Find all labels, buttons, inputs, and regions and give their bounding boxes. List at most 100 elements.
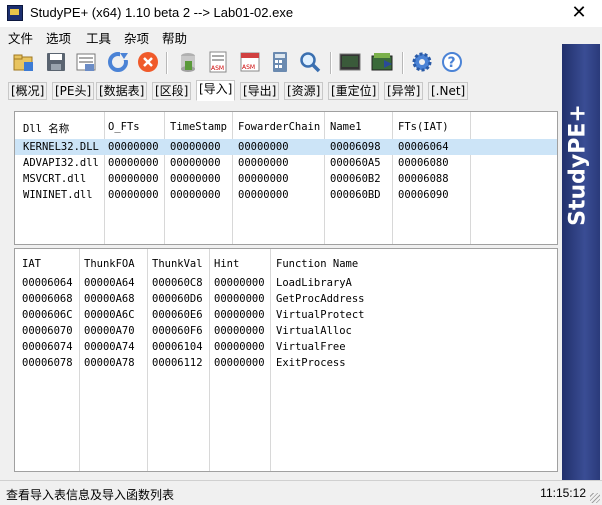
calculator-icon[interactable]	[268, 50, 292, 74]
menu-misc[interactable]: 杂项	[124, 28, 149, 47]
function-name-cell: VirtualAlloc	[276, 325, 352, 337]
table-cell: 00000000	[214, 309, 265, 321]
table-cell: 00000000	[170, 189, 221, 201]
resize-grip[interactable]	[590, 493, 600, 503]
dll-name-cell: KERNEL32.DLL	[23, 141, 99, 153]
table-cell: 00000000	[170, 141, 221, 153]
search-icon[interactable]	[298, 50, 322, 74]
table-cell: 000060D6	[152, 293, 203, 305]
column-header[interactable]: O_FTs	[108, 121, 140, 133]
asm-icon[interactable]: ASM	[238, 50, 262, 74]
column-header[interactable]: ThunkVal	[152, 258, 203, 270]
table-cell: 0000606C	[22, 309, 73, 321]
dll-list-table: Dll 名称 O_FTs TimeStamp FowarderChain Nam…	[14, 111, 558, 245]
table-row[interactable]: 0000606C 00000A6C 000060E6 00000000 Virt…	[15, 307, 557, 323]
dll-name-cell: WININET.dll	[23, 189, 93, 201]
table-row[interactable]: WININET.dll 00000000 00000000 00000000 0…	[15, 187, 557, 203]
table-row[interactable]: KERNEL32.DLL 00000000 00000000 00000000 …	[15, 139, 557, 155]
tab-dotnet[interactable]: [.Net]	[428, 82, 469, 100]
function-name-cell: LoadLibraryA	[276, 277, 352, 289]
menu-options[interactable]: 选项	[46, 28, 71, 47]
refresh-icon[interactable]	[106, 50, 130, 74]
terminal-icon[interactable]	[338, 50, 362, 74]
print-preview-icon[interactable]	[74, 50, 98, 74]
table-cell: 00000000	[238, 189, 289, 201]
table-cell: 00000000	[214, 357, 265, 369]
function-list-table: IAT ThunkFOA ThunkVal Hint Function Name…	[14, 248, 558, 472]
table-cell: 00000000	[214, 341, 265, 353]
tab-relocations[interactable]: [重定位]	[328, 82, 380, 100]
tab-exports[interactable]: [导出]	[240, 82, 280, 100]
save-icon[interactable]	[44, 50, 68, 74]
table-cell: 00000000	[238, 173, 289, 185]
tab-overview[interactable]: [概况]	[8, 82, 48, 100]
tab-exceptions[interactable]: [异常]	[384, 82, 424, 100]
help-icon[interactable]: ?	[440, 50, 464, 74]
column-header[interactable]: ThunkFOA	[84, 258, 135, 270]
table-cell: 000060C8	[152, 277, 203, 289]
open-file-icon[interactable]	[12, 50, 36, 74]
function-name-cell: VirtualProtect	[276, 309, 365, 321]
column-header[interactable]: Name1	[330, 121, 362, 133]
tab-pe-header[interactable]: [PE头]	[52, 82, 95, 100]
column-header[interactable]: FowarderChain	[238, 121, 320, 133]
table-cell: 00000000	[214, 277, 265, 289]
column-header[interactable]: IAT	[22, 258, 41, 270]
status-bar: 查看导入表信息及导入函数列表 11:15:12	[0, 480, 602, 505]
toolbar-separator	[330, 52, 332, 74]
function-name-cell: ExitProcess	[276, 357, 346, 369]
column-header[interactable]: TimeStamp	[170, 121, 227, 133]
database-icon[interactable]	[176, 50, 200, 74]
table-cell: 000060F6	[152, 325, 203, 337]
column-header[interactable]: Hint	[214, 258, 239, 270]
brand-logo: StudyPE+	[565, 104, 591, 226]
dll-name-cell: ADVAPI32.dll	[23, 157, 99, 169]
table-cell: 00006064	[398, 141, 449, 153]
table-row[interactable]: 00006068 00000A68 000060D6 00000000 GetP…	[15, 291, 557, 307]
close-window-button[interactable]: ✕	[556, 0, 602, 26]
table-cell: 00006104	[152, 341, 203, 353]
table-cell: 00006078	[22, 357, 73, 369]
status-clock: 11:15:12	[540, 486, 586, 500]
table-cell: 00000000	[108, 173, 159, 185]
table-row[interactable]: 00006064 00000A64 000060C8 00000000 Load…	[15, 275, 557, 291]
table-row[interactable]: MSVCRT.dll 00000000 00000000 00000000 00…	[15, 171, 557, 187]
toolbar-separator	[402, 52, 404, 74]
asm-icon[interactable]: ASM	[206, 50, 230, 74]
menu-file[interactable]: 文件	[8, 28, 33, 47]
tab-imports[interactable]: [导入]	[196, 80, 236, 101]
gear-icon[interactable]	[410, 50, 434, 74]
tab-data-directories[interactable]: [数据表]	[96, 82, 148, 100]
function-name-cell: GetProcAddress	[276, 293, 365, 305]
packer-icon[interactable]	[370, 50, 394, 74]
table-cell: 000060BD	[330, 189, 381, 201]
column-header[interactable]: Function Name	[276, 258, 358, 270]
tab-sections[interactable]: [区段]	[152, 82, 192, 100]
column-header[interactable]: Dll 名称	[23, 121, 69, 136]
table-cell: 00000000	[170, 157, 221, 169]
table-cell: 00006112	[152, 357, 203, 369]
function-name-cell: VirtualFree	[276, 341, 346, 353]
table-row[interactable]: 00006074 00000A74 00006104 00000000 Virt…	[15, 339, 557, 355]
table-row[interactable]: 00006070 00000A70 000060F6 00000000 Virt…	[15, 323, 557, 339]
tab-resources[interactable]: [资源]	[284, 82, 324, 100]
table-cell: 00000A70	[84, 325, 135, 337]
table-cell: 00000000	[238, 157, 289, 169]
menu-bar: 文件 选项 工具 杂项 帮助	[0, 26, 560, 46]
menu-tools[interactable]: 工具	[86, 28, 111, 47]
column-header[interactable]: FTs(IAT)	[398, 121, 449, 133]
table-cell: 000060E6	[152, 309, 203, 321]
table-cell: 00000000	[108, 141, 159, 153]
table-cell: 00006088	[398, 173, 449, 185]
svg-text:ASM: ASM	[211, 65, 224, 72]
close-file-icon[interactable]	[136, 50, 160, 74]
table-row[interactable]: ADVAPI32.dll 00000000 00000000 00000000 …	[15, 155, 557, 171]
table-cell: 00006080	[398, 157, 449, 169]
window-title: StudyPE+ (x64) 1.10 beta 2 --> Lab01-02.…	[30, 5, 294, 20]
table-cell: 00000A64	[84, 277, 135, 289]
table-row[interactable]: 00006078 00000A78 00006112 00000000 Exit…	[15, 355, 557, 371]
table-cell: 00006068	[22, 293, 73, 305]
menu-help[interactable]: 帮助	[162, 28, 187, 47]
table-cell: 00006090	[398, 189, 449, 201]
table-cell: 00000000	[170, 173, 221, 185]
